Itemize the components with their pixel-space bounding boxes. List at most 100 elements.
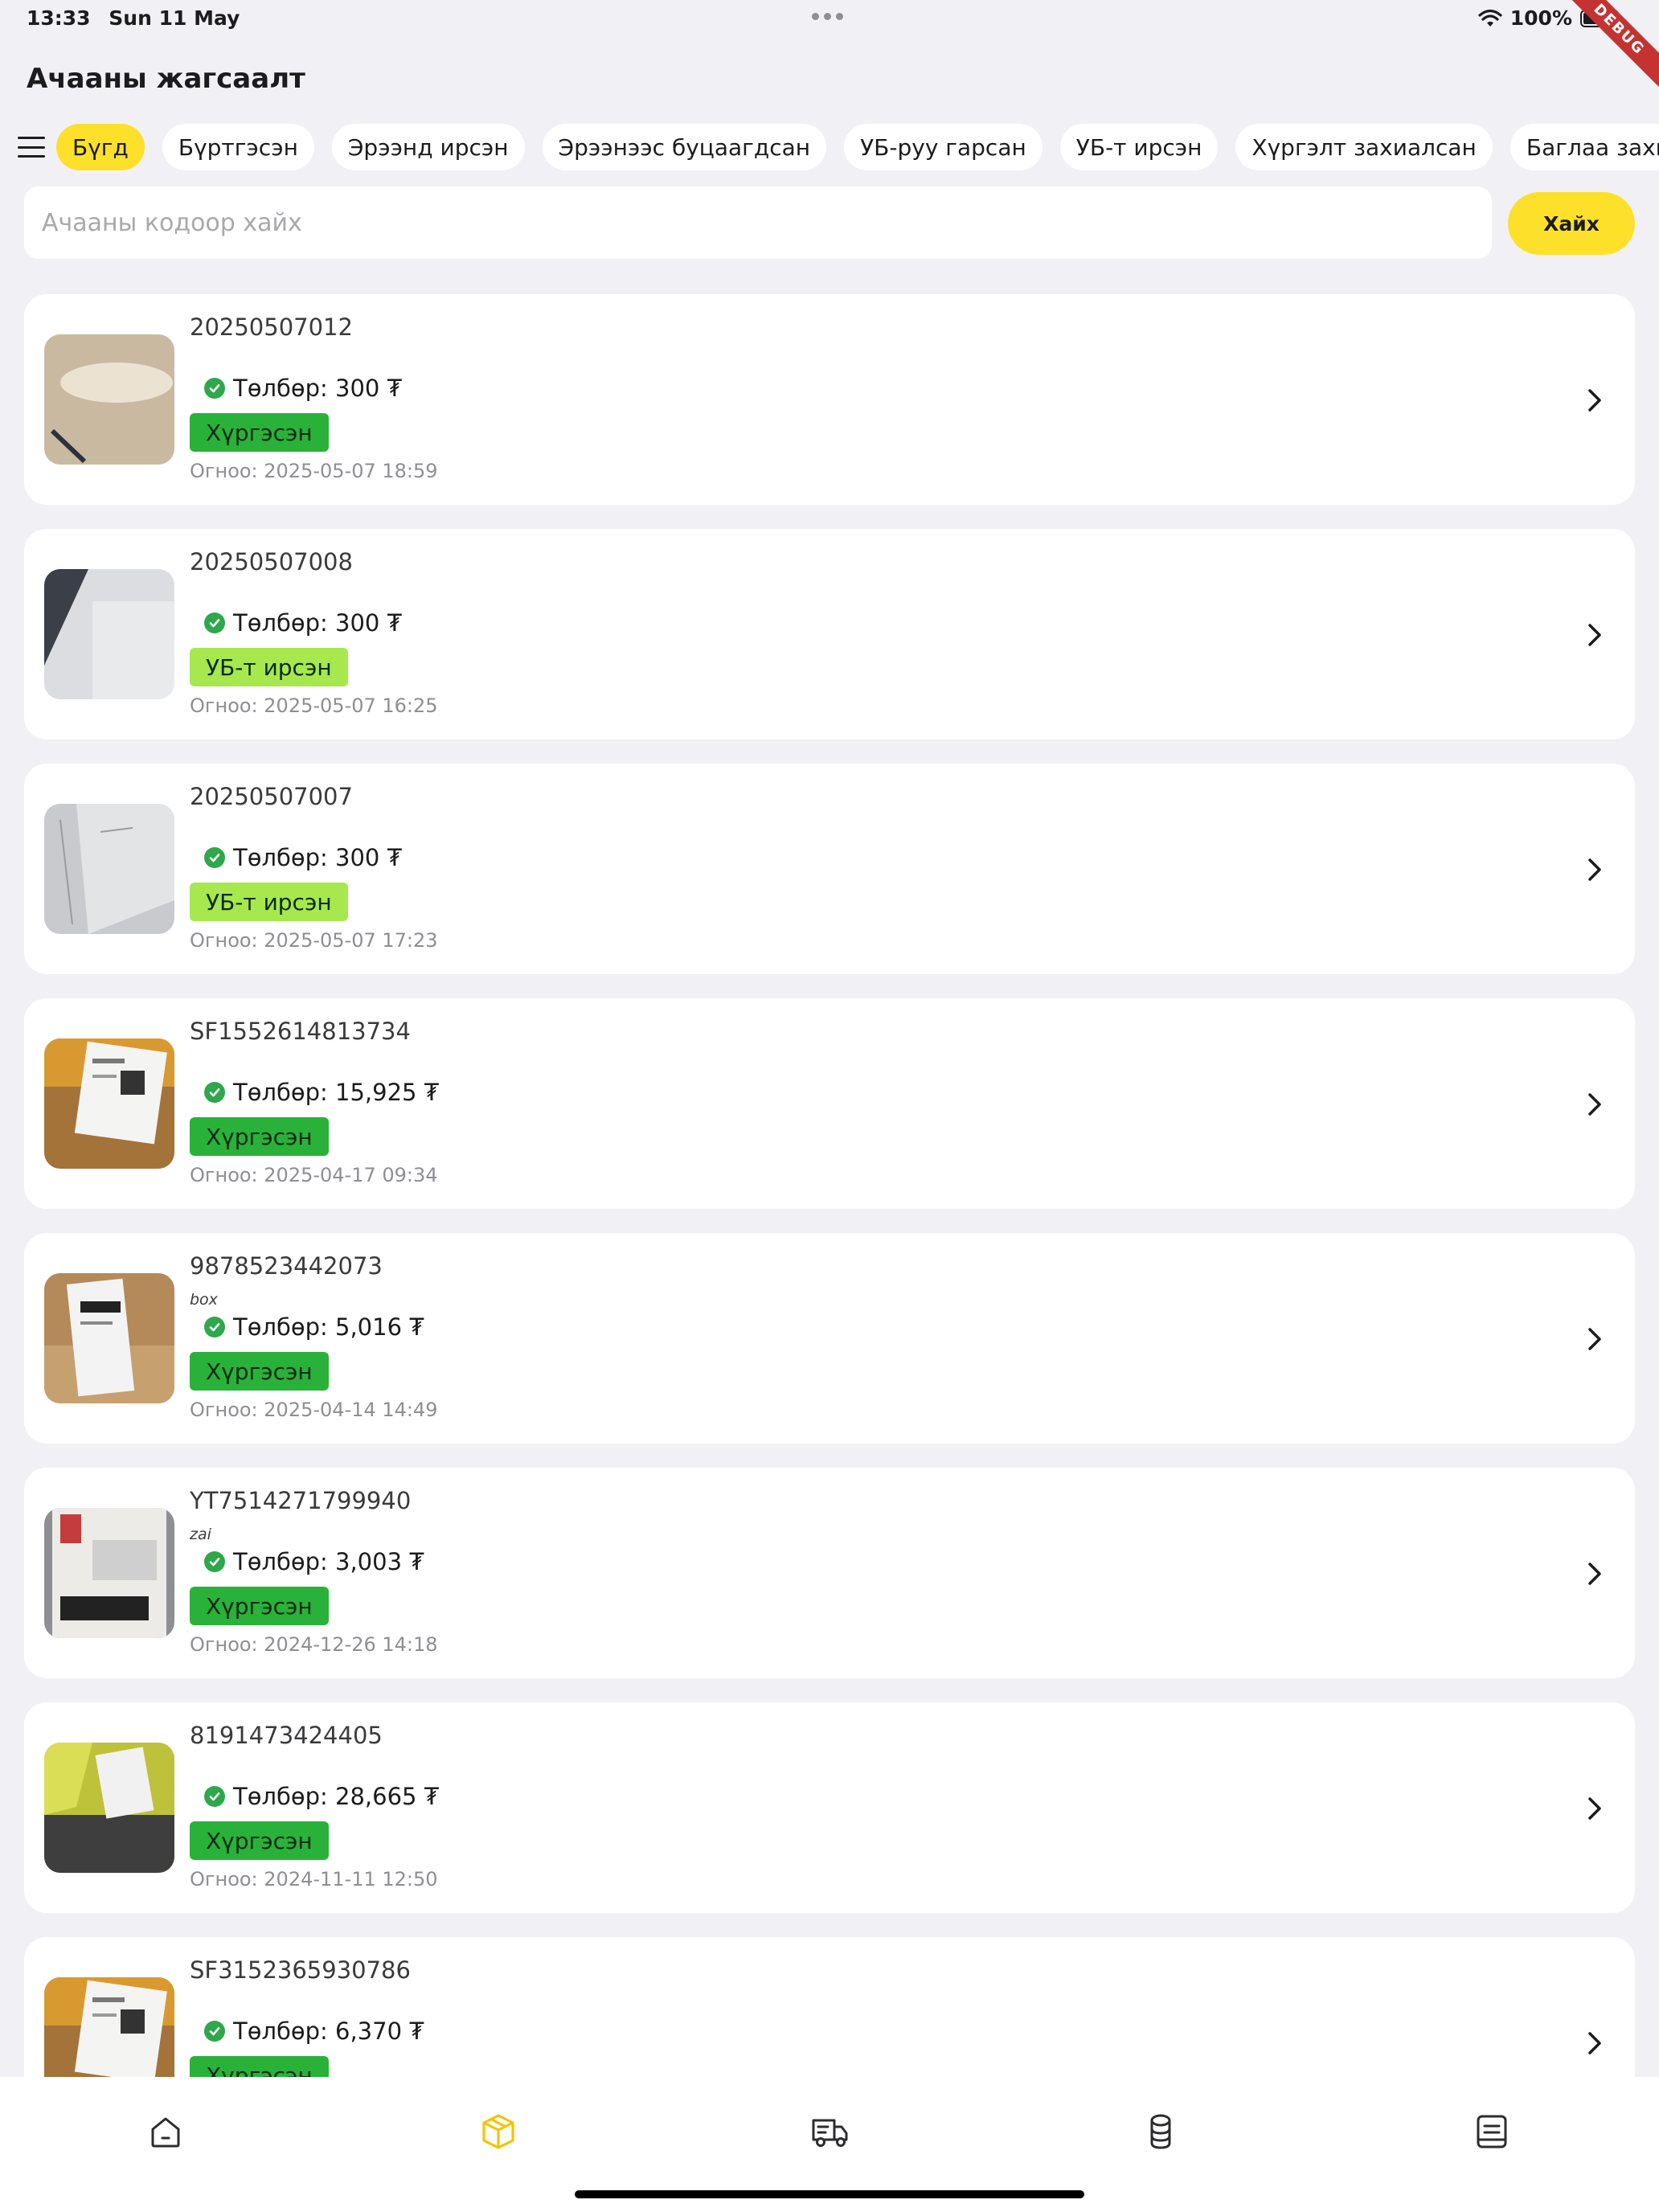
shipment-card[interactable]: 8191473424405 Төлбөр: 28,665 ₮ Хүргэсэн Огн… (24, 1702, 1635, 1913)
shipment-code: 8191473424405 (190, 1722, 383, 1749)
shipment-card[interactable]: SF3152365930786 Төлбөр: 6,370 ₮ Хүргэсэн (24, 1937, 1635, 2077)
check-circle-icon (204, 1317, 225, 1337)
payment-row: Төлбөр: 6,370 ₮ (204, 2017, 424, 2045)
shipment-thumbnail (44, 1508, 174, 1638)
payment-amount: Төлбөр: 5,016 ₮ (233, 1313, 424, 1341)
payment-row: Төлбөр: 300 ₮ (204, 375, 402, 402)
shipment-date: Огноо: 2025-04-14 14:49 (190, 1399, 438, 1421)
status-badge: Хүргэсэн (190, 1587, 329, 1625)
payment-amount: Төлбөр: 300 ₮ (233, 375, 403, 402)
filter-bar: Бүгд Бүртгэсэн Эрээнд ирсэн Эрээнээс буцааг… (18, 122, 1659, 172)
check-circle-icon (204, 1786, 225, 1807)
shipment-date: Огноо: 2025-05-07 16:25 (190, 694, 438, 717)
chevron-right-icon[interactable] (1580, 384, 1609, 416)
chevron-right-icon[interactable] (1580, 1792, 1609, 1825)
payment-amount: Төлбөр: 28,665 ₮ (233, 1783, 440, 1810)
filter-chip[interactable]: Хүргэлт захиалсан (1235, 124, 1493, 170)
check-circle-icon (204, 847, 225, 868)
filter-chips: Бүгд Бүртгэсэн Эрээнд ирсэн Эрээнээс буцааг… (56, 124, 1659, 170)
shipment-code: 20250507007 (190, 783, 353, 810)
shipment-card[interactable]: 20250507008 Төлбөр: 300 ₮ УБ-т ирсэн Огноо:… (24, 529, 1635, 739)
shipment-date: Огноо: 2025-04-17 09:34 (190, 1164, 438, 1186)
menu-icon[interactable] (18, 137, 45, 158)
payment-amount: Төлбөр: 6,370 ₮ (233, 2017, 424, 2045)
check-circle-icon (204, 378, 225, 399)
shipment-card[interactable]: 20250507007 Төлбөр: 300 ₮ УБ-т ирсэн Огноо:… (24, 764, 1635, 974)
status-badge: УБ-т ирсэн (190, 648, 348, 686)
shipment-thumbnail (44, 804, 174, 934)
status-date: Sun 11 May (109, 6, 240, 30)
search-input[interactable] (24, 186, 1492, 259)
status-time: 13:33 (27, 6, 91, 30)
shipment-code: SF3152365930786 (190, 1956, 411, 1984)
shipment-code: 9878523442073 (190, 1252, 383, 1280)
bottom-tab-bar (0, 2077, 1659, 2212)
battery-percent: 100% (1509, 6, 1572, 30)
search-button[interactable]: Хайх (1508, 192, 1635, 255)
payment-row: Төлбөр: 5,016 ₮ (204, 1313, 424, 1341)
shipment-date: Огноо: 2024-11-11 12:50 (190, 1868, 438, 1890)
shipment-code: 20250507008 (190, 548, 353, 576)
payment-amount: Төлбөр: 3,003 ₮ (233, 1548, 424, 1575)
filter-chip[interactable]: УБ-руу гарсан (844, 124, 1043, 170)
shipment-code: 20250507012 (190, 313, 353, 341)
shipment-card[interactable]: YT7514271799940 zai Төлбөр: 3,003 ₮ Хүргэсэ… (24, 1468, 1635, 1678)
shipment-thumbnail (44, 569, 174, 699)
truck-icon[interactable] (805, 2108, 854, 2156)
status-bar: 13:33 Sun 11 May 100% DEBUG (0, 0, 1659, 96)
status-badge: УБ-т ирсэн (190, 883, 348, 921)
chevron-right-icon[interactable] (1580, 854, 1609, 886)
shipment-card[interactable]: 9878523442073 box Төлбөр: 5,016 ₮ Хүргэсэн О… (24, 1233, 1635, 1444)
check-circle-icon (204, 2021, 225, 2042)
status-badge: Хүргэсэн (190, 1352, 329, 1391)
search-row: Хайх (24, 186, 1635, 259)
filter-chip[interactable]: Бүртгэсэн (162, 124, 314, 170)
status-badge: Хүргэсэн (190, 1117, 329, 1156)
shipment-card[interactable]: 20250507012 Төлбөр: 300 ₮ Хүргэсэн Огноо: 2… (24, 294, 1635, 505)
shipment-date: Огноо: 2025-05-07 18:59 (190, 460, 438, 482)
filter-chip[interactable]: Эрээнд ирсэн (331, 124, 525, 170)
shipment-thumbnail (44, 1038, 174, 1169)
chevron-right-icon[interactable] (1580, 619, 1609, 651)
chevron-right-icon[interactable] (1580, 1088, 1609, 1120)
shipment-thumbnail (44, 1977, 174, 2077)
status-time-date: 13:33 Sun 11 May (27, 6, 240, 30)
filter-chip[interactable]: Эрээнээс буцаагдсан (542, 124, 827, 170)
shipment-date: Огноо: 2024-12-26 14:18 (190, 1633, 438, 1656)
chevron-right-icon[interactable] (1580, 1323, 1609, 1355)
shipment-card[interactable]: SF1552614813734 Төлбөр: 15,925 ₮ Хүргэсэн О… (24, 998, 1635, 1209)
shipment-thumbnail (44, 1743, 174, 1873)
check-circle-icon (204, 1082, 225, 1103)
payment-row: Төлбөр: 300 ₮ (204, 609, 402, 637)
shipment-note: box (190, 1291, 218, 1309)
shipment-thumbnail (44, 334, 174, 465)
page-title: Ачааны жагсаалт (27, 63, 305, 95)
status-badge: Хүргэсэн (190, 413, 329, 452)
filter-chip[interactable]: Баглаа захиалсан (1509, 124, 1659, 170)
multitasking-dots-icon[interactable] (812, 13, 843, 20)
check-circle-icon (204, 1551, 225, 1572)
shipment-code: SF1552614813734 (190, 1018, 411, 1045)
check-circle-icon (204, 612, 225, 633)
home-icon[interactable] (141, 2108, 190, 2156)
payment-amount: Төлбөр: 15,925 ₮ (233, 1079, 440, 1106)
shipment-note: zai (190, 1526, 211, 1543)
payment-amount: Төлбөр: 300 ₮ (233, 609, 403, 637)
shipment-list[interactable]: 20250507012 Төлбөр: 300 ₮ Хүргэсэн Огноо: 2… (24, 294, 1635, 2077)
package-icon[interactable] (474, 2108, 522, 2156)
filter-chip[interactable]: УБ-т ирсэн (1059, 124, 1219, 170)
coins-icon[interactable] (1137, 2108, 1185, 2156)
shipment-thumbnail (44, 1273, 174, 1403)
wifi-icon (1478, 9, 1502, 27)
chevron-right-icon[interactable] (1580, 2027, 1609, 2059)
payment-row: Төлбөр: 15,925 ₮ (204, 1079, 439, 1106)
filter-chip[interactable]: Бүгд (56, 124, 145, 170)
chevron-right-icon[interactable] (1580, 1558, 1609, 1590)
payment-row: Төлбөр: 28,665 ₮ (204, 1783, 439, 1810)
shipment-date: Огноо: 2025-05-07 17:23 (190, 929, 438, 952)
payment-row: Төлбөр: 300 ₮ (204, 844, 402, 871)
document-icon[interactable] (1468, 2108, 1516, 2156)
status-badge: Хүргэсэн (190, 2056, 329, 2077)
home-indicator[interactable] (575, 2190, 1084, 2198)
payment-row: Төлбөр: 3,003 ₮ (204, 1548, 424, 1575)
